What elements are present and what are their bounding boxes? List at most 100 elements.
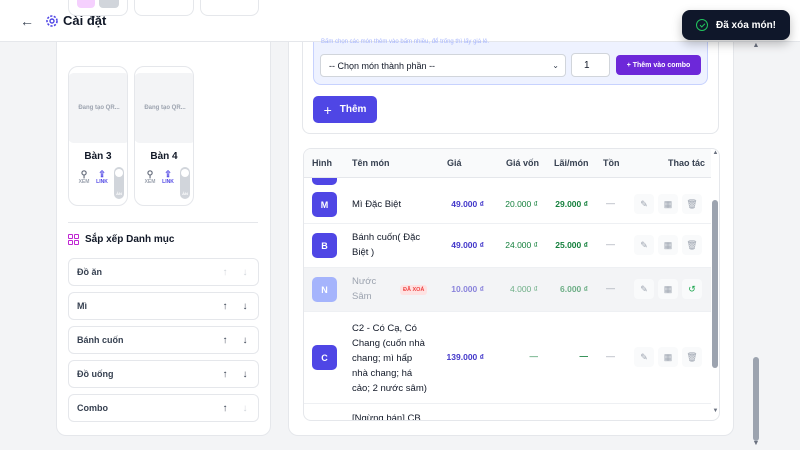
item-price: 49.000 ₫ [451,199,484,209]
table-card-partial[interactable] [200,0,259,16]
scroll-thumb[interactable] [712,200,718,368]
qr-placeholder: Đang tạo QR... [135,73,193,143]
arrow-up-icon[interactable]: ↑ [218,267,232,278]
combo-hint: Bấm chọn các món thêm vào bấm nhiều, để … [321,39,490,45]
category-item: Đồ ăn ↑ ↓ [68,258,259,286]
avatar: B [312,233,337,258]
gear-icon [46,15,58,27]
category-section-title: Sắp xếp Danh mục [85,234,175,245]
restore-icon[interactable]: ↺ [682,279,702,299]
plus-icon: + [323,101,332,118]
qr-placeholder: Đang tạo QR... [69,73,127,143]
table-scrollbar[interactable]: ▲ ▼ [711,150,720,418]
item-name: C2 - Có Cạ, Có Chang (cuốn nhà chang; mì… [352,323,427,394]
hide-toggle[interactable]: ẨN [180,167,190,199]
table-row: C C2 - Có Cạ, Có Chang (cuốn nhà chang; … [304,312,711,404]
item-stock: — [606,239,615,249]
table-card[interactable]: Đang tạo QR... Bàn 3 ⚲ XEM ⇪ LINK ẨN [68,66,128,206]
header-cost: Giá vốn [506,158,540,168]
table-card[interactable]: Đang tạo QR... Bàn 4 ⚲ XEM ⇪ LINK ẨN [134,66,194,206]
table-row: B Bánh cuốn( Đặc Biệt ) 49.000 ₫ 24.000 ₫… [304,224,711,268]
item-price: 49.000 ₫ [451,240,484,250]
edit-icon[interactable]: ✎ [634,347,654,367]
category-label: Bánh cuốn [77,335,124,345]
arrow-up-icon[interactable]: ↑ [218,369,232,380]
item-name: Nước Sâm [352,276,377,302]
category-item: Bánh cuốn ↑ ↓ [68,326,259,354]
arrow-down-icon[interactable]: ↓ [238,369,252,380]
category-item: Mì ↑ ↓ [68,292,259,320]
quantity-input[interactable]: 1 [571,53,610,77]
search-icon: ⚲ [80,169,88,179]
cloud-upload-icon: ⇪ [164,169,172,179]
table-card-partial[interactable] [134,0,194,16]
item-cost: 4.000 ₫ [510,284,538,294]
grid-icon[interactable]: ▦ [658,347,678,367]
arrow-down-icon[interactable]: ↓ [238,335,252,346]
table-row: [Ngừng bán] CB [304,404,711,421]
trash-icon[interactable]: 🗑 [682,235,702,255]
table-row: M Mì Đặc Biệt 49.000 ₫ 20.000 ₫ 29.000 ₫… [304,185,711,224]
header-name: Tên món [352,158,390,168]
scroll-down-icon[interactable]: ▼ [711,408,720,414]
link-button[interactable]: ⇪ LINK [95,169,109,199]
scroll-up-icon[interactable]: ▲ [711,150,720,156]
table-card-partial[interactable] [68,0,128,16]
item-name: Bánh cuốn( Đặc Biệt ) [352,232,421,258]
hide-toggle[interactable]: ẨN [114,167,124,199]
item-stock: — [606,198,615,208]
grid-icon [68,234,79,245]
item-cost: — [529,351,539,361]
category-item: Đồ uống ↑ ↓ [68,360,259,388]
avatar: M [312,192,337,217]
arrow-up-icon[interactable]: ↑ [218,301,232,312]
avatar-partial [312,178,337,185]
link-button[interactable]: ⇪ LINK [161,169,175,199]
edit-icon[interactable]: ✎ [634,235,654,255]
category-label: Đồ uống [77,369,114,379]
toast-message: Đã xóa món! [716,19,777,31]
item-profit: 25.000 ₫ [555,240,588,250]
back-arrow-icon[interactable]: ← [18,12,36,30]
menu-table: Hình Tên món Giá Giá vốn Lãi/món Tồn Tha… [303,148,720,421]
table-name: Bàn 3 [84,151,112,162]
grid-icon[interactable]: ▦ [658,194,678,214]
divider [68,222,258,223]
category-section-header: Sắp xếp Danh mục [68,234,174,245]
trash-icon[interactable]: 🗑 [682,194,702,214]
item-cost: 20.000 ₫ [505,199,538,209]
arrow-up-icon[interactable]: ↑ [218,403,232,414]
arrow-down-icon[interactable]: ↓ [238,403,252,414]
add-button[interactable]: + Thêm [313,96,377,123]
scroll-thumb[interactable] [753,357,759,441]
edit-icon[interactable]: ✎ [634,194,654,214]
scroll-down-icon[interactable]: ▼ [750,440,762,447]
header-price: Giá [447,158,462,168]
item-stock: — [606,283,615,293]
component-select[interactable]: -- Chọn món thành phần -- ⌄ [320,54,566,77]
item-price: 10.000 ₫ [451,284,484,294]
item-profit: 6.000 ₫ [560,284,588,294]
arrow-up-icon[interactable]: ↑ [218,335,232,346]
header-stock: Tồn [603,158,620,168]
table-name: Bàn 4 [150,151,178,162]
add-to-combo-button[interactable]: + Thêm vào combo [616,55,701,75]
edit-icon[interactable]: ✎ [634,279,654,299]
arrow-down-icon[interactable]: ↓ [238,301,252,312]
scroll-up-icon[interactable]: ▲ [750,42,762,49]
arrow-down-icon[interactable]: ↓ [238,267,252,278]
item-name: [Ngừng bán] CB [352,413,421,421]
chevron-down-icon: ⌄ [552,61,559,70]
avatar: C [312,345,337,370]
item-cost: 24.000 ₫ [505,240,538,250]
header-actions: Thao tác [668,158,706,168]
view-button[interactable]: ⚲ XEM [143,169,157,199]
category-item: Combo ↑ ↓ [68,394,259,422]
page-scrollbar[interactable]: ▲ ▼ [750,42,762,450]
category-label: Mì [77,301,87,311]
grid-icon[interactable]: ▦ [658,279,678,299]
trash-icon[interactable]: 🗑 [682,347,702,367]
view-button[interactable]: ⚲ XEM [77,169,91,199]
item-profit: 29.000 ₫ [555,199,588,209]
grid-icon[interactable]: ▦ [658,235,678,255]
